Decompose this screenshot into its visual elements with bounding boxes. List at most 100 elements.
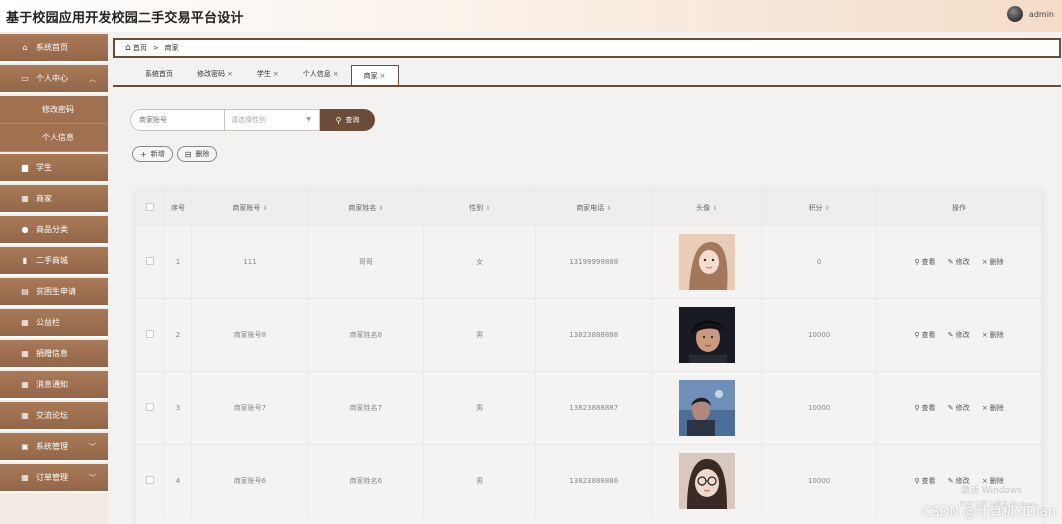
row-select-cell[interactable] — [136, 443, 165, 517]
close-icon: × — [981, 257, 988, 266]
sidebar-item-poverty-application[interactable]: ▤ 贫困生申请 — [0, 278, 108, 307]
cell-avatar — [651, 370, 763, 444]
column-header-name[interactable]: 商家姓名 ⇕ — [307, 191, 425, 225]
merchant-account-input[interactable] — [130, 109, 225, 131]
view-label: 查看 — [921, 403, 936, 412]
row-checkbox[interactable] — [145, 402, 154, 411]
select-all-cell[interactable] — [136, 191, 165, 225]
row-select-cell[interactable] — [136, 370, 165, 444]
cell-phone: 13199999888 — [535, 224, 653, 298]
sidebar-item-notifications[interactable]: ▦ 消息通知 — [0, 371, 108, 400]
user-name[interactable]: admin — [1029, 10, 1054, 19]
tab-change-password[interactable]: 修改密码 × — [185, 65, 245, 83]
view-button[interactable]: ⚲ 查看 — [914, 330, 935, 340]
cell-phone: 13823888887 — [535, 370, 653, 444]
close-icon[interactable]: × — [380, 72, 386, 80]
sidebar-item-second-hand-mall[interactable]: ▮ 二手商城 — [0, 247, 108, 276]
row-select-cell[interactable] — [136, 297, 165, 371]
chevron-down-icon: ▼ — [306, 116, 311, 123]
sidebar-item-label: 商品分类 — [36, 225, 68, 234]
sidebar-subitem-change-password[interactable]: 修改密码 — [0, 96, 108, 124]
view-button[interactable]: ⚲ 查看 — [914, 257, 935, 267]
edit-button[interactable]: ✎ 修改 — [948, 330, 970, 340]
sort-icon[interactable]: ⇕ — [712, 205, 717, 212]
edit-button[interactable]: ✎ 修改 — [948, 257, 970, 267]
view-button[interactable]: ⚲ 查看 — [914, 476, 935, 486]
close-icon[interactable]: × — [227, 70, 233, 78]
cell-points: 10000 — [761, 297, 878, 371]
home-icon[interactable]: ⌂ — [125, 43, 131, 53]
column-header-label: 商家电话 — [576, 203, 605, 212]
sidebar-item-system-management[interactable]: ▣ 系统管理 ﹀ — [0, 433, 108, 462]
briefcase-icon: ▆ — [21, 163, 29, 172]
sidebar-item-merchants[interactable]: ▦ 商家 — [0, 185, 108, 214]
tab-personal-info[interactable]: 个人信息 × — [291, 65, 351, 83]
sort-icon[interactable]: ⇕ — [606, 205, 611, 212]
sidebar: ⌂ 系统首页 ▭ 个人中心 ︿ 修改密码 个人信息 ▆ 学生 ▦ 商家 ● 商品… — [0, 32, 108, 524]
add-button[interactable]: + 新增 — [132, 146, 173, 162]
breadcrumb-separator: > — [152, 44, 159, 52]
cell-actions: ⚲ 查看 ✎ 修改 × 删除 — [876, 370, 1042, 444]
delete-row-button[interactable]: × 删除 — [982, 403, 1004, 413]
row-checkbox[interactable] — [145, 256, 154, 265]
sidebar-item-order-management[interactable]: ▦ 订单管理 ﹀ — [0, 464, 108, 493]
tab-label: 修改密码 — [197, 70, 225, 78]
grid-icon: ▦ — [21, 473, 29, 482]
monitor-icon: ▭ — [21, 74, 29, 83]
grid-icon: ▦ — [21, 318, 29, 327]
user-avatar[interactable] — [1006, 6, 1023, 22]
column-header-gender[interactable]: 性别 ⇕ — [423, 191, 537, 225]
tab-merchants[interactable]: 商家 × — [350, 65, 399, 85]
cell-points: 10000 — [761, 370, 878, 444]
sort-icon[interactable]: ⇕ — [485, 205, 490, 212]
sidebar-item-label: 消息通知 — [36, 380, 68, 389]
sidebar-item-product-category[interactable]: ● 商品分类 — [0, 216, 108, 245]
cell-gender: 男 — [423, 297, 537, 371]
sidebar-item-donation-info[interactable]: ▦ 捐赠信息 — [0, 340, 108, 369]
sidebar-item-home[interactable]: ⌂ 系统首页 — [0, 34, 108, 63]
delete-row-button[interactable]: × 删除 — [982, 330, 1004, 340]
edit-label: 修改 — [955, 330, 970, 339]
sidebar-item-label: 捐赠信息 — [36, 349, 68, 358]
cell-name: 商家姓名6 — [307, 443, 425, 517]
edit-button[interactable]: ✎ 修改 — [948, 403, 970, 413]
column-header-account[interactable]: 商家账号 ⇕ — [191, 191, 309, 225]
row-checkbox[interactable] — [145, 475, 154, 484]
sidebar-item-forum[interactable]: ▦ 交流论坛 — [0, 402, 108, 431]
close-icon[interactable]: × — [273, 70, 279, 78]
table-row: 4 商家账号6 商家姓名6 男 13823888886 10000 ⚲ 查看 ✎ 修… — [136, 443, 1042, 517]
close-icon[interactable]: × — [333, 70, 339, 78]
delete-row-button[interactable]: × 删除 — [982, 257, 1004, 267]
sort-icon[interactable]: ⇕ — [262, 205, 267, 212]
user-area[interactable]: admin — [1006, 6, 1054, 22]
column-header-points[interactable]: 积分 ⇕ — [761, 191, 878, 225]
sort-icon[interactable]: ⇕ — [825, 205, 830, 212]
column-header-phone[interactable]: 商家电话 ⇕ — [535, 191, 653, 225]
sidebar-item-label: 二手商城 — [36, 256, 68, 265]
sidebar-item-charity-board[interactable]: ▦ 公益栏 — [0, 309, 108, 338]
merchant-avatar-image — [678, 379, 735, 436]
column-header-avatar[interactable]: 头像 ⇕ — [651, 191, 763, 225]
cell-gender: 男 — [423, 443, 537, 517]
table-row: 2 商家账号8 商家姓名8 男 13823888888 10000 ⚲ 查看 ✎ 修… — [136, 297, 1042, 371]
sidebar-subitem-label: 修改密码 — [42, 105, 74, 114]
tab-home[interactable]: 系统首页 — [133, 65, 185, 83]
plus-icon: + — [140, 149, 147, 159]
sidebar-item-students[interactable]: ▆ 学生 — [0, 154, 108, 183]
gender-select[interactable]: 请选择性别 ▼ — [225, 109, 320, 131]
tab-label: 学生 — [256, 70, 271, 78]
select-all-checkbox[interactable] — [145, 202, 154, 211]
cell-gender: 女 — [423, 224, 537, 298]
delete-button[interactable]: ⊟ 删除 — [176, 146, 218, 162]
tab-students[interactable]: 学生 × — [245, 65, 291, 83]
row-select-cell[interactable] — [136, 224, 165, 298]
query-button[interactable]: ⚲ 查询 — [320, 109, 375, 131]
sort-icon[interactable]: ⇕ — [378, 205, 383, 212]
breadcrumb-home[interactable]: 首页 — [133, 43, 147, 53]
row-checkbox[interactable] — [145, 329, 154, 338]
sidebar-item-personal-center[interactable]: ▭ 个人中心 ︿ — [0, 65, 108, 94]
cell-index: 2 — [163, 297, 193, 371]
view-button[interactable]: ⚲ 查看 — [914, 403, 935, 413]
sidebar-subitem-personal-info[interactable]: 个人信息 — [0, 124, 108, 152]
edit-label: 修改 — [955, 257, 970, 266]
